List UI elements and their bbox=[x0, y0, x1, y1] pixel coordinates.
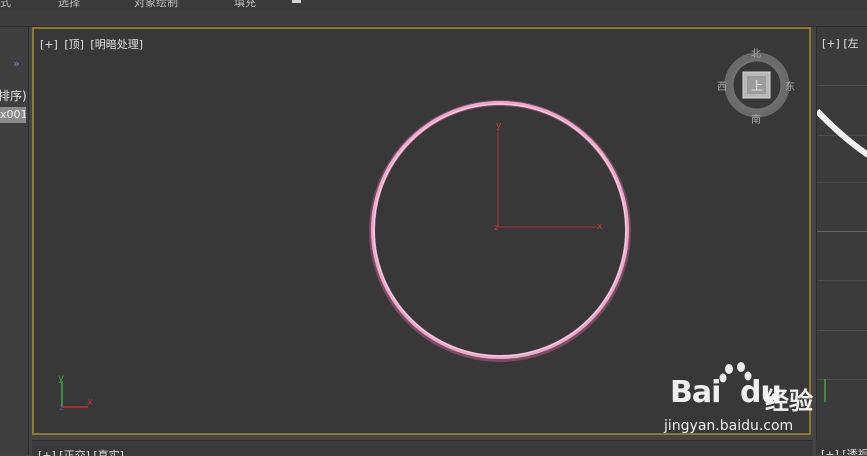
scene-object-item[interactable]: x001 bbox=[0, 107, 26, 123]
viewcube-face-label: 上 bbox=[751, 79, 763, 93]
gizmo-y-label: y bbox=[58, 373, 64, 384]
menu-item-select[interactable]: 选择 bbox=[58, 0, 80, 10]
expand-chevron-icon[interactable]: » bbox=[13, 57, 20, 70]
gizmo-x-label: x bbox=[87, 397, 93, 408]
scene-explorer-panel: » 排序) x001 bbox=[0, 27, 29, 455]
watermark-brand: Bai du bbox=[670, 375, 782, 410]
toolbar-strip bbox=[0, 10, 867, 27]
viewport-front[interactable]: [+] [正交] [真实] bbox=[32, 440, 813, 456]
menu-indicator-icon bbox=[292, 0, 301, 3]
viewcube-north-label: 北 bbox=[751, 48, 761, 60]
menu-item-fill[interactable]: 填充 bbox=[234, 0, 256, 10]
viewport-shading-menu[interactable]: [明暗处理] bbox=[90, 38, 143, 51]
viewport-view-menu[interactable]: [顶] bbox=[64, 38, 84, 51]
pivot-x-label: x bbox=[597, 222, 603, 232]
viewcube-south-label: 南 bbox=[751, 113, 761, 126]
menu-item-object-paint[interactable]: 对象绘制 bbox=[134, 0, 178, 10]
viewport-label: [+] [顶] [明暗处理] bbox=[40, 36, 146, 52]
viewport-left[interactable]: [+] [左 bbox=[816, 27, 867, 455]
watermark-cn: 经验 bbox=[765, 387, 813, 415]
sort-column-header[interactable]: 排序) bbox=[0, 87, 27, 104]
viewcube-east-label: 东 bbox=[785, 80, 795, 93]
watermark-url: jingyan.baidu.com bbox=[664, 418, 794, 434]
pivot-z-label: z bbox=[494, 223, 498, 232]
gizmo-z-label: z bbox=[59, 403, 63, 412]
viewport-plus-menu[interactable]: [+] bbox=[40, 38, 58, 51]
viewcube-west-label: 西 bbox=[717, 82, 727, 93]
ring-side-view bbox=[817, 108, 867, 402]
pivot-y-label: y bbox=[496, 121, 502, 131]
menu-bar: 式 选择 对象绘制 填充 bbox=[0, 0, 867, 10]
menu-item-style[interactable]: 式 bbox=[0, 0, 11, 10]
viewport-perspective-label[interactable]: [+] [透视 bbox=[821, 446, 867, 455]
viewport-perspective[interactable]: [+] [透视 bbox=[816, 440, 867, 455]
watermark-brand-bai: Bai bbox=[670, 375, 721, 410]
